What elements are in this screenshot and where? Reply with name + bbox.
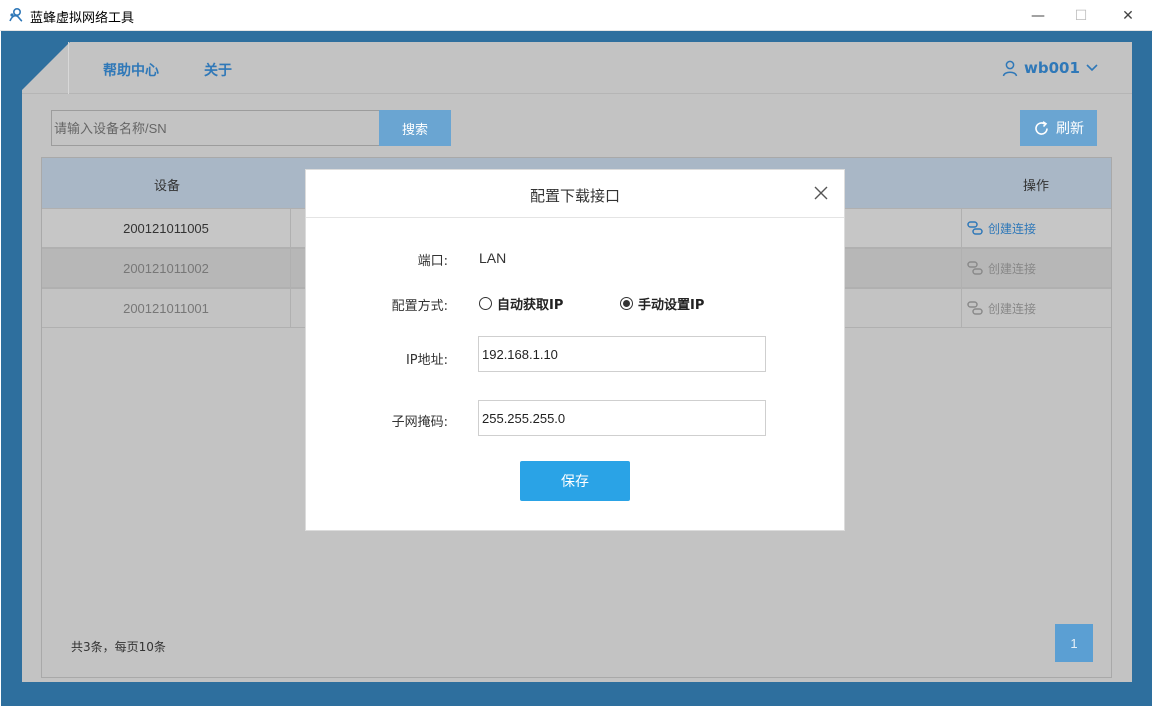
column-header-actions: 操作: [1023, 179, 1050, 194]
create-connection-link[interactable]: 创建连接: [961, 209, 1111, 247]
dialog-header: 配置下载接口: [306, 170, 844, 218]
ip-address-field[interactable]: [478, 336, 766, 372]
maximize-button[interactable]: ☐: [1058, 0, 1104, 31]
app-logo-icon: [9, 7, 23, 22]
page-number-button[interactable]: 1: [1055, 624, 1093, 662]
create-connection-link[interactable]: 创建连接: [961, 249, 1111, 287]
dialog-title: 配置下载接口: [529, 187, 620, 205]
username: wb001: [1024, 59, 1080, 77]
save-button[interactable]: 保存: [520, 461, 630, 501]
radio-button-unchecked[interactable]: [479, 297, 492, 310]
pagination-summary: 共3条，每页10条: [71, 640, 166, 654]
device-sn: 200121011001: [42, 289, 291, 327]
port-value: LAN: [479, 250, 507, 266]
user-icon: [1002, 60, 1018, 76]
top-navbar: 帮助中心 关于 wb001: [22, 42, 1132, 94]
link-icon: [967, 301, 983, 315]
port-label: 端口:: [417, 254, 448, 269]
minimize-button[interactable]: —: [1015, 0, 1061, 31]
radio-auto-ip[interactable]: 自动获取IP: [479, 294, 563, 313]
subnet-mask-field[interactable]: [478, 400, 766, 436]
subnet-mask-label: 子网掩码:: [391, 415, 448, 430]
device-sn: 200121011005: [42, 209, 291, 247]
refresh-icon: [1035, 120, 1048, 135]
create-connection-link[interactable]: 创建连接: [961, 289, 1111, 327]
radio-auto-ip-label: 自动获取IP: [497, 298, 564, 313]
radio-manual-ip-label: 手动设置IP: [638, 298, 705, 313]
link-icon: [967, 221, 983, 235]
nav-help-center[interactable]: 帮助中心: [103, 60, 159, 80]
user-menu[interactable]: wb001: [1002, 56, 1098, 80]
close-icon[interactable]: [810, 182, 832, 204]
radio-button-checked[interactable]: [620, 297, 633, 310]
radio-manual-ip[interactable]: 手动设置IP: [620, 294, 704, 313]
column-header-device: 设备: [154, 179, 181, 194]
window-titlebar: 蓝蜂虚拟网络工具 — ☐ ✕: [0, 0, 1153, 31]
config-mode-label: 配置方式:: [391, 299, 448, 314]
nav-about[interactable]: 关于: [204, 60, 232, 80]
create-connection-label: 创建连接: [988, 221, 1037, 236]
config-download-interface-dialog: 配置下载接口 端口: LAN 配置方式: 自动获取IP 手动设置IP IP地址:…: [305, 169, 845, 531]
device-sn: 200121011002: [42, 249, 291, 287]
close-window-button[interactable]: ✕: [1105, 0, 1151, 31]
link-icon: [967, 261, 983, 275]
ip-address-label: IP地址:: [405, 353, 448, 368]
refresh-label: 刷新: [1056, 121, 1084, 137]
chevron-down-icon: [1086, 64, 1098, 72]
create-connection-label: 创建连接: [988, 301, 1037, 316]
create-connection-label: 创建连接: [988, 261, 1037, 276]
nav-divider: [68, 42, 69, 94]
window-title: 蓝蜂虚拟网络工具: [30, 11, 135, 26]
search-input[interactable]: [51, 110, 379, 146]
search-button[interactable]: 搜索: [379, 110, 451, 146]
refresh-button[interactable]: 刷新: [1020, 110, 1097, 146]
